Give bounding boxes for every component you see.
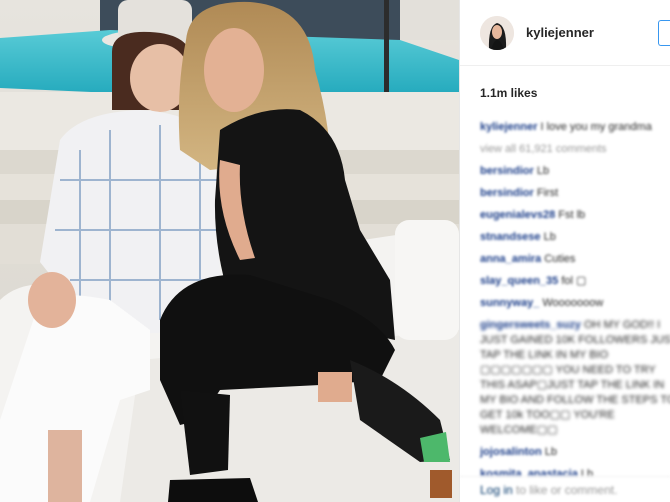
comment-username[interactable]: bersindior (480, 165, 534, 177)
comment-username[interactable]: gingersweets_suzy (480, 319, 581, 331)
comment: jojosalinton Lb (480, 445, 670, 460)
comment-text: Fst lb (558, 209, 586, 221)
comment: eugenialevs28 Fst lb (480, 208, 670, 223)
comment-username[interactable]: kosmita_anastacia (480, 468, 578, 476)
view-all-comments-link[interactable]: view all 61,921 comments (480, 142, 670, 157)
post-sidebar: kyliejenner 1.1m likes kyliejenner I lov… (460, 0, 670, 502)
post-username[interactable]: kyliejenner (526, 25, 594, 40)
comment-username[interactable]: bersindior (480, 187, 534, 199)
comment: stnandsese Lb (480, 230, 670, 245)
caption: kyliejenner I love you my grandma (480, 120, 670, 135)
comment: kosmita_anastacia Lb (480, 467, 670, 476)
comments-list: kyliejenner I love you my grandma view a… (460, 106, 670, 476)
comment-text: Lb (536, 165, 550, 177)
comment-username[interactable]: sunnyway_ (480, 297, 539, 309)
comment-text: Lb (543, 231, 556, 243)
photo-illustration (0, 0, 459, 502)
follow-button[interactable] (658, 19, 670, 46)
caption-text: I love you my grandma (540, 121, 652, 133)
post-photo[interactable] (0, 0, 459, 502)
avatar-image (480, 15, 514, 50)
comment-username[interactable]: anna_amira (480, 253, 541, 265)
avatar[interactable] (480, 15, 514, 50)
footer-text: to like or comment. (516, 483, 618, 497)
comment-username[interactable]: jojosalinton (480, 446, 542, 458)
comment: anna_amira Cuties (480, 252, 670, 267)
comment: gingersweets_suzy OH MY GOD!! I JUST GAI… (480, 318, 670, 438)
caption-username[interactable]: kyliejenner (480, 121, 537, 133)
comment-username[interactable]: stnandsese (480, 231, 541, 243)
comment-text: Lb (580, 468, 594, 476)
comment-text: Cuties (544, 253, 576, 265)
comment-text: Lb (544, 446, 558, 458)
comment-text: fol ▢ (561, 275, 587, 287)
post-header: kyliejenner (460, 0, 670, 66)
comment-username[interactable]: slay_queen_35 (480, 275, 558, 287)
login-link[interactable]: Log in (480, 483, 513, 497)
instagram-post-view: kyliejenner 1.1m likes kyliejenner I lov… (0, 0, 670, 502)
comment: slay_queen_35 fol ▢ (480, 274, 670, 289)
comment: sunnyway_ Wooooooow (480, 296, 670, 311)
post-footer: Log in to like or comment. (460, 476, 670, 502)
comment: bersindior Lb (480, 164, 670, 179)
comment-text: Wooooooow (542, 297, 604, 309)
comment-text: First (536, 187, 559, 199)
comment-text: OH MY GOD!! I JUST GAINED 10K FOLLOWERS … (480, 319, 670, 436)
comment-username[interactable]: eugenialevs28 (480, 209, 555, 221)
comment: bersindior First (480, 186, 670, 201)
likes-count[interactable]: 1.1m likes (460, 66, 670, 106)
